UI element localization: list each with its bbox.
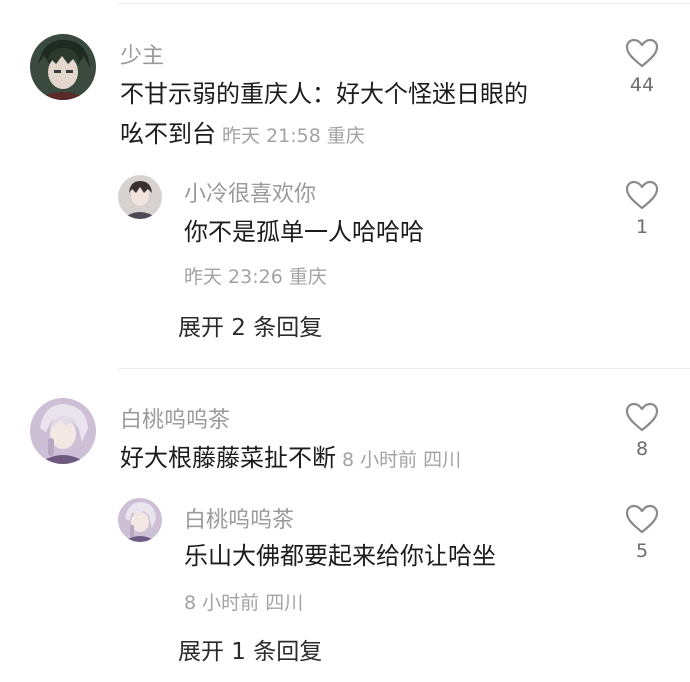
comment-2-like-count: 8 — [635, 438, 649, 460]
reply-2-meta: 8 小时前 四川 — [184, 588, 303, 615]
comment-1-text-line2: 吆不到台 昨天 21:58 重庆 — [120, 114, 365, 156]
heart-outline-icon — [625, 504, 659, 534]
reply-1-time: 昨天 23:26 — [184, 266, 283, 288]
expand-replies-button-2[interactable]: 展开 1 条回复 — [178, 632, 322, 666]
comment-2-avatar[interactable] — [30, 398, 96, 464]
reply-2-text: 乐山大佛都要起来给你让哈坐 — [184, 542, 496, 570]
comment-2-time: 8 小时前 — [342, 449, 418, 471]
reply-1-text: 你不是孤单一人哈哈哈 — [184, 218, 424, 246]
reply-2-author[interactable]: 白桃呜呜茶 — [184, 502, 294, 534]
reply-2-like-button[interactable]: 5 — [620, 504, 664, 562]
comment-1-like-count: 44 — [629, 74, 655, 96]
comment-1-time: 昨天 21:58 — [222, 125, 321, 147]
heart-outline-icon — [625, 180, 659, 210]
comment-1-text-line1: 不甘示弱的重庆人：好大个怪迷日眼的 — [120, 80, 528, 108]
reply-1-like-button[interactable]: 1 — [620, 180, 664, 238]
reply-1-meta: 昨天 23:26 重庆 — [184, 262, 327, 289]
reply-2-avatar[interactable] — [118, 498, 162, 542]
reply-1-author[interactable]: 小冷很喜欢你 — [184, 176, 316, 208]
comment-divider — [118, 368, 690, 369]
expand-replies-button-1[interactable]: 展开 2 条回复 — [178, 308, 322, 342]
comment-1-location: 重庆 — [326, 125, 365, 147]
reply-2-time: 8 小时前 — [184, 592, 260, 614]
comment-2-text-content: 好大根藤藤菜扯不断 — [120, 444, 336, 472]
reply-2-location: 四川 — [265, 592, 304, 614]
reply-1-location: 重庆 — [288, 266, 327, 288]
comment-1-like-button[interactable]: 44 — [620, 38, 664, 96]
comment-1-avatar[interactable] — [30, 34, 96, 100]
reply-2-like-count: 5 — [635, 540, 649, 562]
comment-1-author[interactable]: 少主 — [120, 38, 164, 70]
comment-2-like-button[interactable]: 8 — [620, 402, 664, 460]
comment-2-location: 四川 — [423, 449, 462, 471]
heart-outline-icon — [625, 402, 659, 432]
reply-1-like-count: 1 — [635, 216, 649, 238]
heart-outline-icon — [625, 38, 659, 68]
comment-2-author[interactable]: 白桃呜呜茶 — [120, 402, 230, 434]
comment-1-text-line2-content: 吆不到台 — [120, 120, 216, 148]
reply-1-avatar[interactable] — [118, 175, 162, 219]
comment-2-text: 好大根藤藤菜扯不断 8 小时前 四川 — [120, 438, 461, 480]
top-divider — [118, 3, 690, 4]
